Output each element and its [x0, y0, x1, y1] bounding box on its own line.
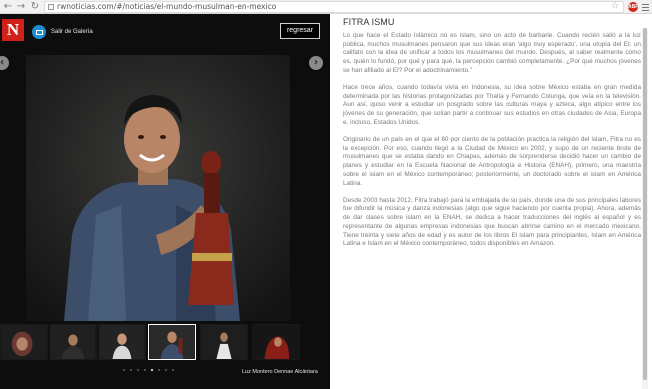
site-logo[interactable]: N — [2, 19, 24, 41]
article-paragraph: Originario de un país en el que el 80 po… — [343, 136, 641, 187]
pagination-dot[interactable] — [151, 369, 153, 371]
pagination-dot[interactable] — [144, 369, 146, 371]
article-title: FITRA ISMU — [343, 17, 395, 27]
main-photo — [26, 55, 290, 321]
thumbnail-5[interactable] — [200, 324, 248, 360]
browser-toolbar: ← → ↻ rwnoticias.com/#/noticias/el-mundo… — [0, 0, 652, 14]
thumbnail-6[interactable] — [252, 324, 300, 360]
thumbnail-4[interactable] — [148, 324, 196, 360]
pagination-dot[interactable] — [137, 369, 139, 371]
thumbnail-3[interactable] — [98, 324, 146, 360]
photo-credits: Luz Montero Dennae Alcántara — [242, 369, 318, 375]
thumbnail-2[interactable] — [49, 324, 97, 360]
menu-icon[interactable] — [641, 2, 650, 12]
pagination-dot[interactable] — [158, 369, 160, 371]
exit-gallery-icon — [32, 25, 46, 39]
pagination-dot[interactable] — [165, 369, 167, 371]
exit-gallery-label: Salir de Galería — [51, 29, 93, 35]
address-text: rwnoticias.com/#/noticias/el-mundo-musul… — [57, 2, 277, 11]
pagination-dot[interactable] — [123, 369, 125, 371]
article-paragraph: Lo que hace el Estado Islámico no es isl… — [343, 32, 641, 74]
pagination-dots — [123, 369, 174, 371]
pagination-dot[interactable] — [130, 369, 132, 371]
article-paragraph: Desde 2003 hasta 2012, Fitra trabajó par… — [343, 196, 641, 248]
back-button[interactable]: regresar — [280, 23, 320, 39]
previous-arrow-icon[interactable]: ‹ — [0, 56, 9, 70]
pagination-dot[interactable] — [172, 369, 174, 371]
next-arrow-icon[interactable]: › — [309, 56, 323, 70]
back-arrow-icon[interactable]: ← — [2, 1, 14, 13]
article-paragraph: Hace trece años, cuando todavía vivía en… — [343, 84, 641, 126]
star-icon[interactable]: ☆ — [611, 1, 619, 11]
exit-gallery-button[interactable]: Salir de Galería — [32, 25, 93, 39]
article-body: Lo que hace el Estado Islámico no es isl… — [343, 32, 641, 257]
thumbnail-1[interactable] — [0, 324, 48, 360]
thumbnail-strip — [0, 324, 330, 360]
article-scrollbar[interactable] — [642, 28, 648, 389]
scrollbar-thumb[interactable] — [643, 28, 647, 380]
adblock-icon[interactable]: ABP — [628, 2, 639, 12]
forward-arrow-icon[interactable]: → — [15, 1, 27, 13]
reload-icon[interactable]: ↻ — [29, 1, 41, 13]
photo-gallery: N Salir de Galería regresar ‹ › Luz Mont… — [0, 14, 330, 389]
address-bar[interactable]: rwnoticias.com/#/noticias/el-mundo-musul… — [44, 1, 624, 13]
page-icon — [48, 4, 54, 10]
article-panel: FITRA ISMU Lo que hace el Estado Islámic… — [330, 14, 652, 389]
